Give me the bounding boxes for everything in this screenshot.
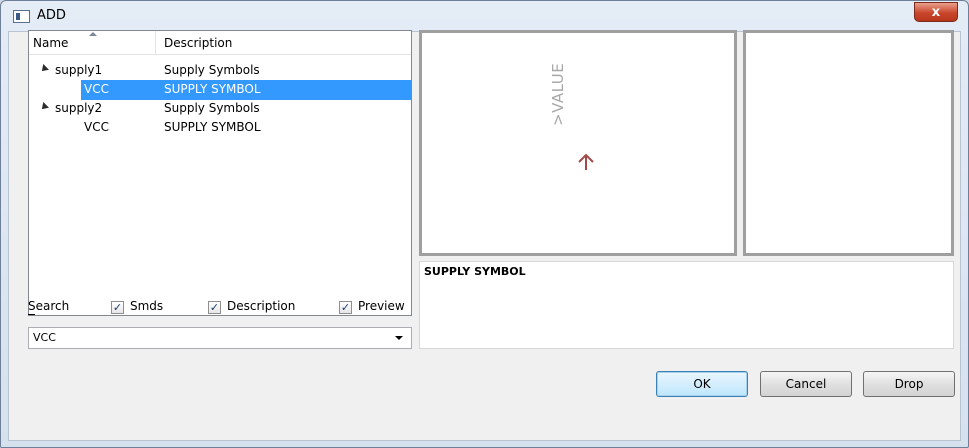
preview-label[interactable]: Preview	[358, 299, 405, 313]
search-label: Search	[28, 299, 70, 313]
search-label-underline	[28, 314, 35, 315]
add-dialog: ADD x Name Description supply1 Supply Sy…	[0, 0, 969, 448]
tree-row-description: Supply Symbols	[164, 63, 260, 77]
close-button[interactable]: x	[914, 2, 958, 22]
description-text: SUPPLY SYMBOL	[424, 265, 526, 278]
package-preview[interactable]	[743, 30, 954, 256]
tree-row-supply1[interactable]: supply1 Supply Symbols	[29, 61, 411, 81]
tree-row-name: supply2	[55, 101, 103, 115]
search-input[interactable]: VCC	[33, 331, 56, 344]
preview-checkbox[interactable]: ✓	[339, 301, 352, 314]
column-header-description[interactable]: Description	[164, 36, 232, 50]
window-icon	[13, 10, 30, 23]
tree-row-supply1-vcc[interactable]: VCC SUPPLY SYMBOL	[29, 80, 411, 100]
description-panel: SUPPLY SYMBOL	[419, 261, 954, 349]
column-divider[interactable]	[155, 31, 156, 55]
tree-header: Name Description	[29, 31, 411, 55]
sort-ascending-icon	[89, 32, 97, 36]
tree-row-description: SUPPLY SYMBOL	[164, 120, 261, 134]
ok-button-label: OK	[693, 377, 711, 391]
cancel-button[interactable]: Cancel	[760, 371, 852, 397]
cancel-button-label: Cancel	[785, 377, 827, 391]
drop-button-label: Drop	[894, 377, 924, 391]
tree-row-supply2-vcc[interactable]: VCC SUPPLY SYMBOL	[29, 118, 411, 138]
dropdown-arrow-icon[interactable]	[395, 336, 403, 340]
expand-triangle-icon[interactable]	[39, 64, 49, 74]
symbol-preview[interactable]: >VALUE	[419, 30, 737, 256]
smds-label[interactable]: Smds	[130, 299, 163, 313]
title-bar[interactable]: ADD x	[1, 1, 968, 31]
smds-checkbox[interactable]: ✓	[111, 301, 124, 314]
tree-row-supply2[interactable]: supply2 Supply Symbols	[29, 99, 411, 119]
description-checkbox[interactable]: ✓	[208, 301, 221, 314]
library-tree[interactable]: Name Description supply1 Supply Symbols …	[28, 30, 412, 316]
drop-button[interactable]: Drop	[863, 371, 955, 397]
tree-row-name: supply1	[55, 63, 103, 77]
ok-button[interactable]: OK	[656, 371, 748, 397]
supply-arrow-icon	[578, 153, 594, 170]
tree-row-name: VCC	[84, 120, 109, 134]
tree-row-description: SUPPLY SYMBOL	[164, 82, 261, 96]
tree-row-description: Supply Symbols	[164, 101, 260, 115]
search-combobox[interactable]: VCC	[28, 327, 412, 349]
close-icon: x	[931, 4, 941, 20]
tree-row-name: VCC	[84, 82, 109, 96]
description-label[interactable]: Description	[227, 299, 295, 313]
window-title: ADD	[37, 8, 66, 23]
expand-triangle-icon[interactable]	[39, 102, 49, 112]
symbol-value-label: >VALUE	[549, 62, 567, 126]
column-header-name[interactable]: Name	[33, 36, 68, 50]
